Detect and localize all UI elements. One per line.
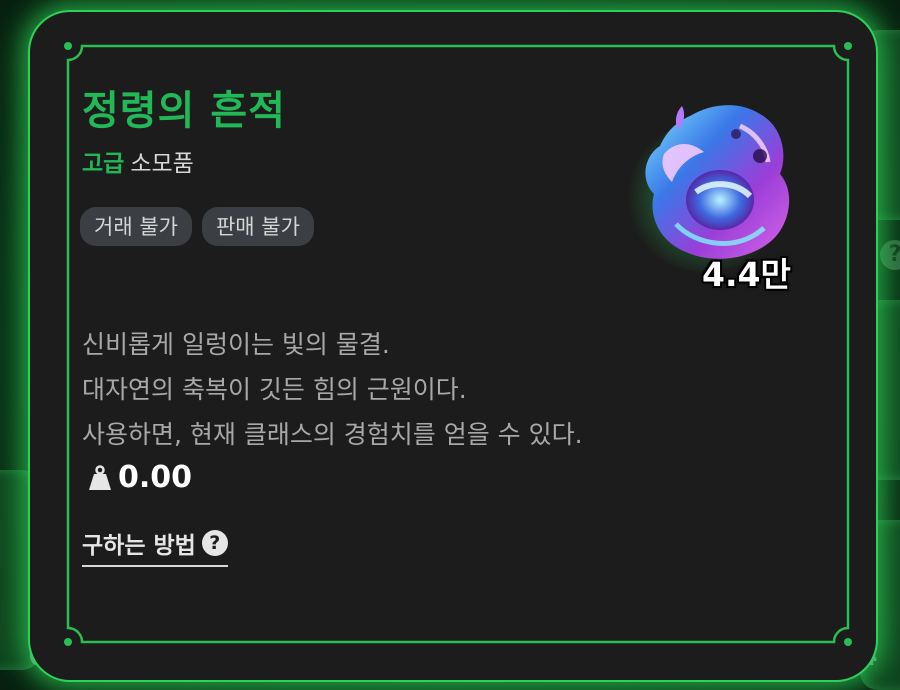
- item-category: 고급 소모품: [82, 144, 194, 178]
- question-icon: ?: [201, 530, 228, 556]
- weight-value: 0.00: [118, 460, 193, 495]
- description-line: 신비롭게 일렁이는 빛의 물결.: [82, 330, 390, 359]
- description-line: 사용하면, 현재 클래스의 경험치를 얻을 수 있다.: [82, 420, 583, 449]
- item-weight: 0.00: [88, 460, 192, 495]
- how-to-obtain-link[interactable]: 구하는 방법 ?: [82, 526, 228, 567]
- item-grade: 고급: [82, 151, 125, 177]
- tag-sell-disabled: 판매 불가: [201, 207, 314, 246]
- how-to-obtain-label: 구하는 방법: [82, 533, 196, 559]
- weight-icon: [89, 464, 111, 490]
- item-tags: 거래 불가 판매 불가: [80, 207, 314, 246]
- item-name: 정령의 흔적: [82, 88, 286, 134]
- item-description: 신비롭게 일렁이는 빛의 물결. 대자연의 축복이 깃든 힘의 근원이다. 사용…: [82, 322, 583, 457]
- item-type: 소모품: [130, 151, 194, 177]
- tag-trade-disabled: 거래 불가: [80, 207, 192, 246]
- description-line: 대자연의 축복이 깃든 힘의 근원이다.: [82, 375, 467, 404]
- item-quantity: 4.4만: [702, 255, 791, 294]
